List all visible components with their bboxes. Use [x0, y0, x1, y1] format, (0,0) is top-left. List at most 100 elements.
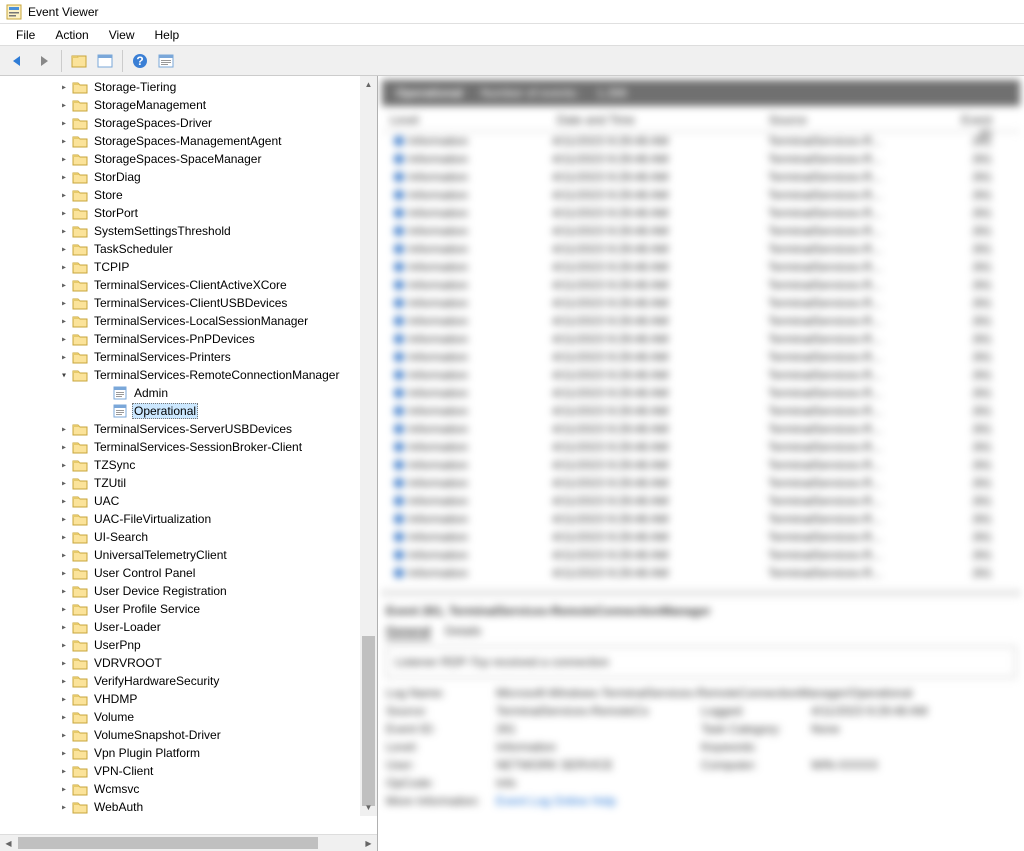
event-row[interactable]: Information4/11/2023 9:29:48 AMTerminalS…	[382, 204, 1020, 222]
splitter[interactable]	[382, 590, 1020, 596]
tree-item[interactable]: TerminalServices-PnPDevices	[0, 330, 377, 348]
event-row[interactable]: Information4/11/2023 9:29:48 AMTerminalS…	[382, 456, 1020, 474]
event-row[interactable]: Information4/11/2023 9:29:48 AMTerminalS…	[382, 168, 1020, 186]
expander-icon[interactable]	[56, 802, 72, 813]
expander-icon[interactable]	[56, 712, 72, 723]
back-button[interactable]	[6, 49, 30, 73]
tree-item[interactable]: Operational	[0, 402, 377, 420]
tree-item[interactable]: Admin	[0, 384, 377, 402]
expander-icon[interactable]	[56, 352, 72, 363]
tree-item[interactable]: Wcmsvc	[0, 780, 377, 798]
tree-item[interactable]: TaskScheduler	[0, 240, 377, 258]
scrollbar-thumb[interactable]	[362, 636, 375, 806]
expander-icon[interactable]	[56, 262, 72, 273]
event-row[interactable]: Information4/11/2023 9:29:48 AMTerminalS…	[382, 186, 1020, 204]
tree-item[interactable]: StorDiag	[0, 168, 377, 186]
tree-item[interactable]: User Profile Service	[0, 600, 377, 618]
expander-icon[interactable]	[56, 154, 72, 165]
tree-item[interactable]: TerminalServices-ServerUSBDevices	[0, 420, 377, 438]
event-row[interactable]: Information4/11/2023 9:29:48 AMTerminalS…	[382, 294, 1020, 312]
tree-item[interactable]: VerifyHardwareSecurity	[0, 672, 377, 690]
expander-icon[interactable]	[56, 604, 72, 615]
tree-item[interactable]: UAC-FileVirtualization	[0, 510, 377, 528]
event-row[interactable]: Information4/11/2023 9:29:48 AMTerminalS…	[382, 510, 1020, 528]
tree-item[interactable]: VPN-Client	[0, 762, 377, 780]
expander-icon[interactable]	[56, 190, 72, 201]
tree-item[interactable]: TerminalServices-ClientUSBDevices	[0, 294, 377, 312]
menu-view[interactable]: View	[99, 26, 145, 44]
expander-icon[interactable]	[56, 514, 72, 525]
export-button[interactable]	[93, 49, 117, 73]
tree-item[interactable]: Storage-Tiering	[0, 78, 377, 96]
event-row[interactable]: Information4/11/2023 9:29:48 AMTerminalS…	[382, 474, 1020, 492]
forward-button[interactable]	[32, 49, 56, 73]
tree-item[interactable]: VHDMP	[0, 690, 377, 708]
expander-icon[interactable]	[56, 694, 72, 705]
tree-item[interactable]: WebAuth	[0, 798, 377, 816]
tree-item[interactable]: TZUtil	[0, 474, 377, 492]
tree-view[interactable]: Storage-TieringStorageManagementStorageS…	[0, 76, 377, 816]
event-row[interactable]: Information4/11/2023 9:29:48 AMTerminalS…	[382, 384, 1020, 402]
event-row[interactable]: Information4/11/2023 9:29:48 AMTerminalS…	[382, 240, 1020, 258]
tree-item[interactable]: TerminalServices-Printers	[0, 348, 377, 366]
expander-icon[interactable]	[56, 568, 72, 579]
event-row[interactable]: Information4/11/2023 9:29:48 AMTerminalS…	[382, 366, 1020, 384]
col-datetime[interactable]: Date and Time	[549, 110, 761, 131]
tree-item[interactable]: StorageSpaces-SpaceManager	[0, 150, 377, 168]
expander-icon[interactable]	[56, 658, 72, 669]
expander-icon[interactable]	[56, 748, 72, 759]
expander-icon[interactable]	[56, 280, 72, 291]
col-eventid[interactable]: Event ID	[953, 110, 1020, 131]
expander-icon[interactable]	[56, 640, 72, 651]
menu-action[interactable]: Action	[45, 26, 98, 44]
col-level[interactable]: Level	[382, 110, 549, 131]
event-row[interactable]: Information4/11/2023 9:29:48 AMTerminalS…	[382, 492, 1020, 510]
expander-icon[interactable]	[56, 298, 72, 309]
help-button[interactable]: ?	[128, 49, 152, 73]
expander-icon[interactable]	[56, 100, 72, 111]
expander-icon[interactable]	[56, 172, 72, 183]
expander-icon[interactable]	[56, 118, 72, 129]
expander-icon[interactable]	[56, 316, 72, 327]
event-row[interactable]: Information4/11/2023 9:29:48 AMTerminalS…	[382, 222, 1020, 240]
expander-icon[interactable]	[56, 244, 72, 255]
tree-item[interactable]: TerminalServices-RemoteConnectionManager	[0, 366, 377, 384]
tree-item[interactable]: UAC	[0, 492, 377, 510]
expander-icon[interactable]	[56, 550, 72, 561]
expander-icon[interactable]	[56, 208, 72, 219]
tree-item[interactable]: StorageSpaces-ManagementAgent	[0, 132, 377, 150]
horizontal-scrollbar[interactable]: ◀ ▶	[0, 834, 377, 851]
tree-item[interactable]: TerminalServices-SessionBroker-Client	[0, 438, 377, 456]
event-row[interactable]: Information4/11/2023 9:29:48 AMTerminalS…	[382, 564, 1020, 582]
tree-item[interactable]: Vpn Plugin Platform	[0, 744, 377, 762]
tree-item[interactable]: Volume	[0, 708, 377, 726]
tree-item[interactable]: UI-Search	[0, 528, 377, 546]
tree-item[interactable]: TerminalServices-ClientActiveXCore	[0, 276, 377, 294]
tree-item[interactable]: StorageSpaces-Driver	[0, 114, 377, 132]
expander-icon[interactable]	[56, 226, 72, 237]
expander-icon[interactable]	[56, 532, 72, 543]
event-row[interactable]: Information4/11/2023 9:29:48 AMTerminalS…	[382, 330, 1020, 348]
tree-item[interactable]: User Device Registration	[0, 582, 377, 600]
event-row[interactable]: Information4/11/2023 9:29:48 AMTerminalS…	[382, 276, 1020, 294]
expander-icon[interactable]	[56, 784, 72, 795]
tree-item[interactable]: TZSync	[0, 456, 377, 474]
menu-file[interactable]: File	[6, 26, 45, 44]
properties-button[interactable]	[154, 49, 178, 73]
tree-item[interactable]: UserPnp	[0, 636, 377, 654]
expander-icon[interactable]	[56, 766, 72, 777]
event-row[interactable]: Information4/11/2023 9:29:48 AMTerminalS…	[382, 312, 1020, 330]
tree-item[interactable]: TerminalServices-LocalSessionManager	[0, 312, 377, 330]
event-row[interactable]: Information4/11/2023 9:29:48 AMTerminalS…	[382, 402, 1020, 420]
event-row[interactable]: Information4/11/2023 9:29:48 AMTerminalS…	[382, 348, 1020, 366]
show-hide-tree-button[interactable]	[67, 49, 91, 73]
col-source[interactable]: Source	[761, 110, 953, 131]
event-row[interactable]: Information4/11/2023 9:29:48 AMTerminalS…	[382, 132, 1020, 150]
scroll-down-arrow[interactable]: ▼	[360, 799, 377, 816]
expander-icon[interactable]	[56, 136, 72, 147]
events-column-headers[interactable]: Level Date and Time Source Event ID	[382, 110, 1020, 132]
event-row[interactable]: Information4/11/2023 9:29:48 AMTerminalS…	[382, 528, 1020, 546]
tab-details[interactable]: Details	[445, 624, 482, 640]
tree-item[interactable]: UniversalTelemetryClient	[0, 546, 377, 564]
expander-icon[interactable]	[56, 676, 72, 687]
